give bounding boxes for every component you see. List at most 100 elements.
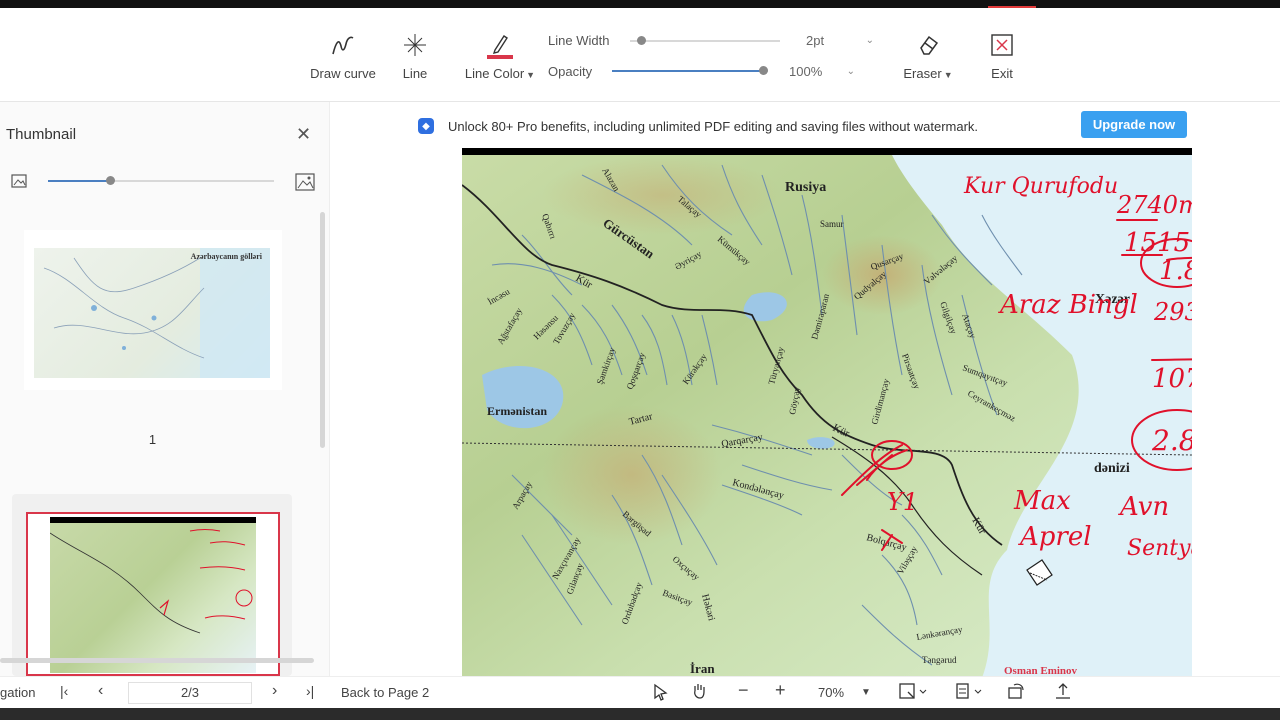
line-color-text: Line Color xyxy=(464,66,525,81)
hand-tool-icon[interactable] xyxy=(690,682,708,703)
back-to-page-link[interactable]: Back to Page 2 xyxy=(341,685,429,700)
close-icon[interactable]: ✕ xyxy=(296,124,311,145)
small-image-icon[interactable] xyxy=(10,172,28,190)
opacity-slider[interactable] xyxy=(612,66,768,75)
thumbnail-scrollbar[interactable] xyxy=(320,212,325,448)
label-iran: İran xyxy=(690,661,715,676)
first-page-icon[interactable]: |‹ xyxy=(60,683,68,699)
label-samur: Samur xyxy=(820,219,844,229)
line-color-label: Line Color ▼ xyxy=(462,66,538,81)
selected-thumbnail-frame xyxy=(26,512,280,676)
ink-text-araz-runoff: 2.8 xyxy=(1151,424,1192,457)
eraser-text: Eraser xyxy=(903,66,942,81)
opacity-knob[interactable] xyxy=(759,66,768,75)
pen-icon xyxy=(462,30,538,60)
chevron-down-icon[interactable]: ▼ xyxy=(861,687,871,698)
page-thumbnail-1[interactable]: Azərbaycanın gölləri xyxy=(24,230,282,390)
draw-curve-button[interactable]: Draw curve xyxy=(306,30,380,81)
diamond-icon: ◆ xyxy=(418,118,434,134)
thumbnail-rivers xyxy=(43,257,205,359)
upgrade-now-button[interactable]: Upgrade now xyxy=(1081,111,1187,138)
opacity-fill xyxy=(612,70,762,72)
line-width-value: 2pt xyxy=(806,33,825,48)
thumbnail-horizontal-scrollbar[interactable] xyxy=(0,658,314,663)
line-icon xyxy=(395,30,435,60)
page-indicator-input[interactable]: 2/3 xyxy=(128,682,252,704)
map-canvas: Rusiya Gürcüstan Xəzər dənizi Ermənistan… xyxy=(462,155,1192,678)
thumbnail-annotations xyxy=(50,529,253,634)
thumbnail-map-preview-2 xyxy=(50,523,256,673)
last-page-icon[interactable]: ›| xyxy=(306,683,314,699)
opacity-select[interactable]: 100% ⌄ xyxy=(789,64,855,79)
line-width-label: Line Width xyxy=(548,33,610,48)
thumbnail-size-fill xyxy=(48,180,110,182)
thumbnail-size-slider[interactable] xyxy=(48,176,274,185)
ink-text-kur-runoff: 1.8 xyxy=(1159,256,1192,286)
ink-text-araz-length: 2930 xyxy=(1153,298,1192,326)
bottom-navigation-bar: gation |‹ ‹ 2/3 › ›| Back to Page 2 − + … xyxy=(0,676,1280,708)
label-rusiya: Rusiya xyxy=(785,180,826,195)
pdf-page[interactable]: Rusiya Gürcüstan Xəzər dənizi Ermənistan… xyxy=(462,148,1192,678)
page-layout-icon[interactable] xyxy=(953,682,983,703)
ink-text-araz-area: 1072 xyxy=(1152,364,1192,394)
chevron-down-icon: ▼ xyxy=(943,70,953,80)
label-denizi: dənizi xyxy=(1094,461,1130,476)
ink-text-max: Max xyxy=(1013,486,1071,516)
pro-banner: ◆ Unlock 80+ Pro benefits, including unl… xyxy=(418,112,1188,140)
ink-text-avn: Avn xyxy=(1118,492,1169,522)
line-label: Line xyxy=(402,66,428,81)
opacity-value: 100% xyxy=(789,64,823,79)
thumbnail-size-knob[interactable] xyxy=(106,176,115,185)
line-button[interactable]: Line xyxy=(395,30,435,81)
line-width-knob[interactable] xyxy=(637,36,646,45)
close-box-icon xyxy=(984,30,1020,60)
navigation-label[interactable]: gation xyxy=(0,685,35,700)
draw-curve-icon xyxy=(306,30,380,60)
line-color-button[interactable]: Line Color ▼ xyxy=(462,30,538,81)
thumbnail-map-preview: Azərbaycanın gölləri xyxy=(34,248,270,378)
previous-page-icon[interactable]: ‹ xyxy=(98,682,103,700)
chevron-down-icon: ⌄ xyxy=(865,35,874,46)
select-cursor-icon[interactable] xyxy=(652,683,670,704)
label-tangarud: Təngərud xyxy=(922,655,957,665)
rotate-icon[interactable] xyxy=(1006,682,1026,703)
exit-button[interactable]: Exit xyxy=(984,30,1020,81)
line-width-row: Line Width xyxy=(548,33,609,48)
next-page-icon[interactable]: › xyxy=(272,682,277,700)
mountain-shade xyxy=(542,155,782,235)
window-top-strip xyxy=(0,0,1280,8)
ink-text-araz: Araz Bingl xyxy=(998,290,1138,320)
thumbnail-title: Thumbnail xyxy=(6,126,77,143)
eraser-button[interactable]: Eraser ▼ xyxy=(900,30,956,81)
chevron-down-icon: ⌄ xyxy=(846,66,855,77)
ink-text-aprel: Aprel xyxy=(1018,522,1092,552)
page-number-1: 1 xyxy=(148,432,157,447)
ink-underline xyxy=(1151,358,1192,361)
zoom-out-icon[interactable]: − xyxy=(738,680,749,701)
annotation-toolbar: Draw curve Line Line Color ▼ Line Width 2… xyxy=(0,8,1280,102)
ink-text-y1: Y1 xyxy=(887,488,918,516)
opacity-label: Opacity xyxy=(548,64,593,79)
label-ermenistan: Ermənistan xyxy=(487,404,547,418)
ink-text-kur-area: 1515 xyxy=(1124,228,1190,258)
thumbnail-panel: Thumbnail ✕ Azərbaycanın gölləri 1 xyxy=(0,102,330,676)
export-icon[interactable] xyxy=(1053,682,1073,703)
line-width-select[interactable]: 2pt ⌄ xyxy=(806,33,874,48)
zoom-in-icon[interactable]: + xyxy=(775,680,786,701)
ink-text-sentyabr: Sentyabr xyxy=(1127,536,1192,561)
line-width-slider[interactable] xyxy=(630,36,780,45)
banner-text: Unlock 80+ Pro benefits, including unlim… xyxy=(448,118,979,134)
eraser-label: Eraser ▼ xyxy=(900,66,956,81)
fit-page-icon[interactable] xyxy=(898,682,928,703)
opacity-row: Opacity xyxy=(548,64,592,79)
page-top-bar xyxy=(462,148,1192,155)
draw-curve-label: Draw curve xyxy=(310,66,376,81)
exit-label: Exit xyxy=(991,66,1013,81)
large-image-icon[interactable] xyxy=(294,171,316,193)
zoom-level[interactable]: 70% xyxy=(818,685,844,700)
eraser-icon xyxy=(900,30,956,60)
chevron-down-icon: ▼ xyxy=(526,70,536,80)
page-thumbnail-2[interactable] xyxy=(12,494,292,676)
ink-text-kur: Kur Qurufodu xyxy=(963,174,1118,199)
thumbnail-size-control xyxy=(10,172,315,192)
